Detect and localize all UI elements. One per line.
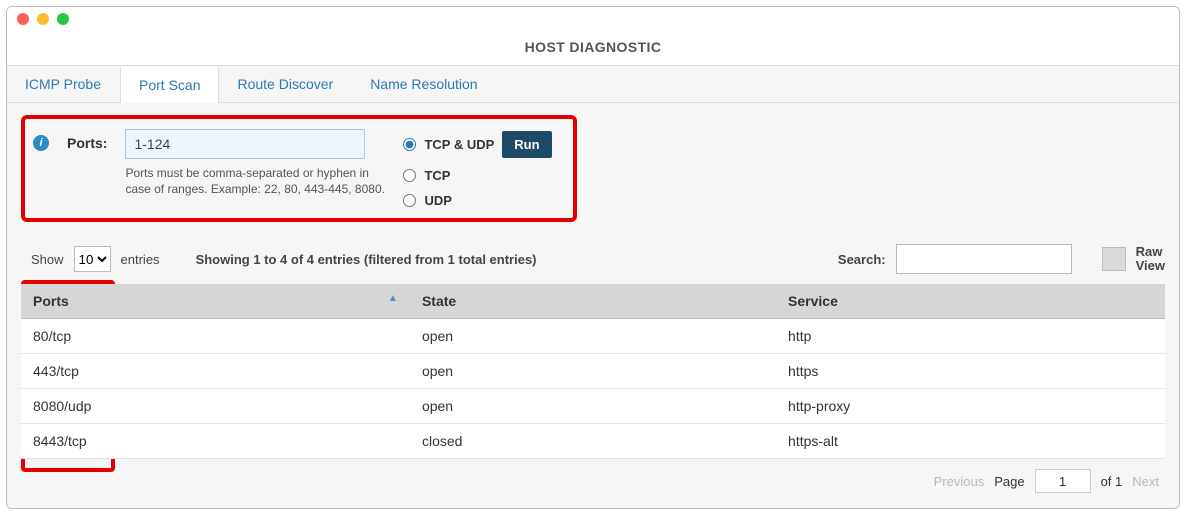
table-row[interactable]: 443/tcp open https [21, 354, 1165, 389]
ports-column: Ports must be comma-separated or hyphen … [125, 129, 385, 197]
content: i Ports: Ports must be comma-separated o… [7, 103, 1179, 508]
sort-asc-icon: ▲ [388, 293, 398, 304]
show-label-post: entries [121, 252, 160, 267]
cell-state: open [410, 319, 776, 354]
cell-port: 443/tcp [21, 354, 410, 389]
cell-service: http-proxy [776, 389, 1165, 424]
proto-radio-udp[interactable] [403, 194, 416, 207]
cell-service: http [776, 319, 1165, 354]
proto-radio-tcp[interactable] [403, 169, 416, 182]
cell-port: 8080/udp [21, 389, 410, 424]
ports-input[interactable] [125, 129, 365, 159]
cell-port: 8443/tcp [21, 424, 410, 459]
search-label: Search: [838, 252, 886, 267]
scan-config-panel: i Ports: Ports must be comma-separated o… [21, 115, 577, 222]
page-size-select[interactable]: 10 [74, 246, 111, 272]
minimize-icon[interactable] [37, 13, 49, 25]
cell-port: 80/tcp [21, 319, 410, 354]
info-icon[interactable]: i [33, 135, 49, 151]
cell-state: open [410, 354, 776, 389]
pager: Previous Page of 1 Next [21, 459, 1165, 497]
ports-label: Ports: [67, 135, 107, 151]
search-input[interactable] [896, 244, 1072, 274]
cell-service: https [776, 354, 1165, 389]
close-icon[interactable] [17, 13, 29, 25]
tabs: ICMP Probe Port Scan Route Discover Name… [7, 66, 1179, 103]
protocol-options: TCP & UDP Run TCP UDP [403, 129, 551, 208]
run-button[interactable]: Run [502, 131, 551, 158]
show-label-pre: Show [31, 252, 64, 267]
tab-route-discover[interactable]: Route Discover [219, 66, 352, 102]
tab-port-scan[interactable]: Port Scan [120, 67, 219, 103]
table-row[interactable]: 8443/tcp closed https-alt [21, 424, 1165, 459]
tab-name-resolution[interactable]: Name Resolution [352, 66, 496, 102]
results-table-wrap: Ports ▲ State Service 80/tcp open http [21, 284, 1165, 459]
col-header-ports[interactable]: Ports ▲ [21, 284, 410, 319]
pager-page-label: Page [994, 474, 1024, 489]
cell-state: closed [410, 424, 776, 459]
proto-radio-tcp-udp[interactable] [403, 138, 416, 151]
col-header-state[interactable]: State [410, 284, 776, 319]
col-header-service[interactable]: Service [776, 284, 1165, 319]
tab-icmp-probe[interactable]: ICMP Probe [7, 66, 120, 102]
pager-previous[interactable]: Previous [934, 474, 985, 489]
raw-view-label: RawView [1136, 245, 1165, 274]
pager-page-input[interactable] [1035, 469, 1091, 493]
zoom-icon[interactable] [57, 13, 69, 25]
proto-label-tcp: TCP [424, 168, 450, 183]
ports-hint: Ports must be comma-separated or hyphen … [125, 165, 385, 197]
pager-next[interactable]: Next [1132, 474, 1159, 489]
raw-view-toggle[interactable] [1102, 247, 1126, 271]
entries-summary: Showing 1 to 4 of 4 entries (filtered fr… [196, 252, 537, 267]
app-window: HOST DIAGNOSTIC ICMP Probe Port Scan Rou… [6, 6, 1180, 509]
results-table: Ports ▲ State Service 80/tcp open http [21, 284, 1165, 459]
pager-of-label: of 1 [1101, 474, 1123, 489]
cell-state: open [410, 389, 776, 424]
page-title: HOST DIAGNOSTIC [7, 31, 1179, 66]
cell-service: https-alt [776, 424, 1165, 459]
table-row[interactable]: 8080/udp open http-proxy [21, 389, 1165, 424]
proto-label-udp: UDP [424, 193, 451, 208]
window-titlebar [7, 7, 1179, 31]
table-row[interactable]: 80/tcp open http [21, 319, 1165, 354]
proto-label-tcp-udp: TCP & UDP [424, 137, 494, 152]
list-controls: Show 10 entries Showing 1 to 4 of 4 entr… [21, 240, 1165, 284]
